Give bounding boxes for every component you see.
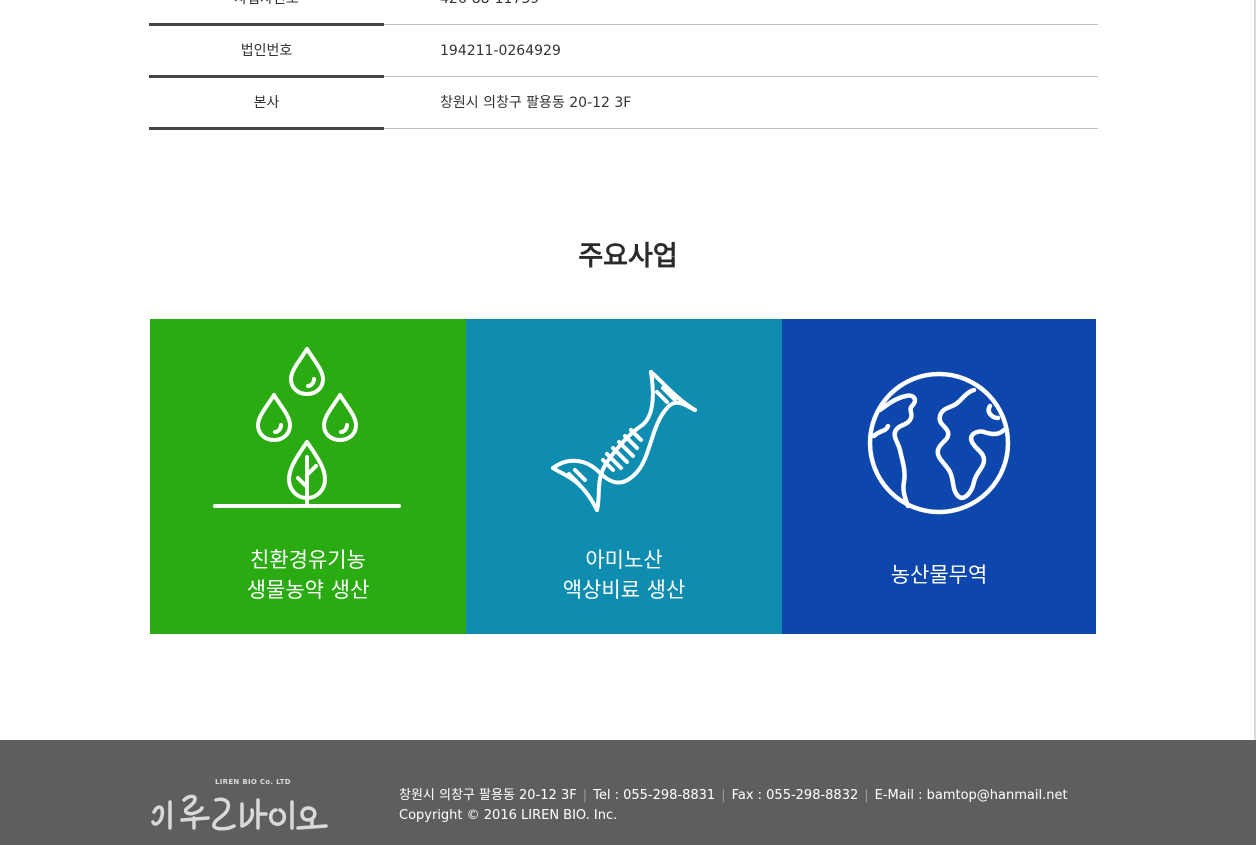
logo-caption: LIREN BIO Co. LTD (215, 778, 291, 786)
company-logo[interactable]: LIREN BIO Co. LTD (150, 778, 335, 834)
globe-icon (866, 370, 1012, 516)
divider: | (864, 788, 869, 803)
card-label-line-1: 아미노산 (585, 548, 663, 572)
row-value: 창원시 의창구 팔용동 20-12 3F (440, 95, 632, 111)
footer-email[interactable]: E-Mail : bamtop@hanmail.net (875, 788, 1068, 803)
footer-copyright: Copyright © 2016 LIREN BIO. Inc. (399, 808, 618, 823)
footer-address: 창원시 의창구 팔용동 20-12 3F (399, 788, 577, 803)
business-card-amino-acid-fertilizer[interactable]: 아미노산 액상비료 생산 (466, 319, 782, 634)
dna-icon (551, 368, 697, 514)
footer-tel[interactable]: Tel : 055-298-8831 (593, 788, 715, 803)
row-label: 본사 (253, 95, 280, 111)
footer-info: 창원시 의창구 팔용동 20-12 3F | Tel : 055-298-8831 |… (399, 786, 1068, 826)
card-label: 아미노산 액상비료 생산 (466, 545, 782, 605)
footer-fax: Fax : 055-298-8832 (731, 788, 859, 803)
card-label-line-1: 농산물무역 (890, 563, 988, 587)
business-card-organic-pesticide[interactable]: 친환경유기농 생물농약 생산 (150, 319, 466, 634)
page: 사업자번호 426-88-11739 법인번호 194211-0264929 본… (0, 0, 1256, 845)
business-cards: 친환경유기농 생물농약 생산 아미노산 액상비료 생산 농산물무역 (150, 319, 1096, 634)
divider: | (582, 788, 588, 803)
card-label-line-1: 친환경유기농 (250, 548, 366, 572)
table-row: 법인번호 194211-0264929 (149, 25, 1098, 78)
row-value: 194211-0264929 (440, 43, 561, 59)
footer: LIREN BIO Co. LTD 창원시 의창구 팔용동 20-12 3F |… (0, 740, 1256, 845)
business-card-agricultural-trade[interactable]: 농산물무역 (782, 319, 1096, 634)
table-row: 본사 창원시 의창구 팔용동 20-12 3F (149, 77, 1098, 130)
row-label-underline (149, 127, 384, 130)
card-label-line-2: 생물농약 생산 (246, 578, 370, 602)
row-label: 법인번호 (240, 43, 293, 59)
card-label: 친환경유기농 생물농약 생산 (150, 545, 466, 605)
divider: | (721, 788, 726, 803)
row-value: 426-88-11739 (440, 0, 539, 25)
water-drops-sprout-icon (213, 345, 403, 511)
card-label: 농산물무역 (782, 560, 1096, 590)
section-title: 주요사업 (578, 241, 678, 272)
company-info-table: 사업자번호 426-88-11739 법인번호 194211-0264929 본… (149, 0, 1098, 130)
table-row: 사업자번호 426-88-11739 (149, 0, 1098, 26)
row-label: 사업자번호 (149, 0, 384, 25)
footer-contact-line: 창원시 의창구 팔용동 20-12 3F | Tel : 055-298-8831 |… (399, 786, 1068, 806)
card-label-line-2: 액상비료 생산 (562, 578, 686, 602)
logo-wordmark-icon (151, 794, 328, 831)
